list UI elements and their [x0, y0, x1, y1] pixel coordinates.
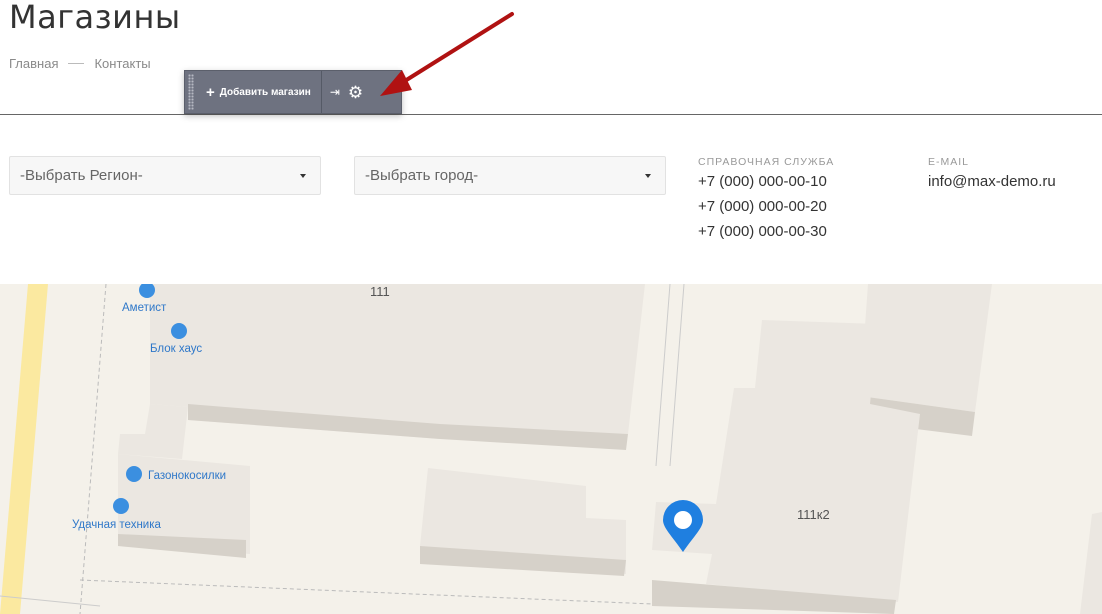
chevron-down-icon [300, 174, 306, 178]
add-store-button[interactable]: + Добавить магазин [194, 71, 322, 113]
email-label: E-MAIL [928, 156, 970, 168]
admin-toolbar: + Добавить магазин ⇥ ⚙ [184, 70, 402, 114]
breadcrumb-separator [68, 63, 85, 64]
page-title: Магазины [9, 0, 181, 36]
plus-icon: + [206, 83, 215, 101]
phone-label: СПРАВОЧНАЯ СЛУЖБА [698, 156, 835, 168]
breadcrumb-home[interactable]: Главная [9, 56, 58, 71]
city-select-value: -Выбрать город- [365, 167, 479, 184]
svg-text:Блок хаус: Блок хаус [150, 343, 202, 355]
road [0, 284, 48, 614]
add-store-label: Добавить магазин [219, 86, 311, 98]
region-select-value: -Выбрать Регион- [20, 167, 143, 184]
header-divider [0, 114, 1102, 115]
phone-3[interactable]: +7 (000) 000-00-30 [698, 223, 827, 240]
building-label: 111к2 [797, 507, 830, 522]
svg-text:Удачная техника: Удачная техника [72, 519, 162, 531]
city-select[interactable]: -Выбрать город- [354, 156, 666, 195]
breadcrumb: Главная Контакты [9, 56, 151, 71]
email-link[interactable]: info@max-demo.ru [928, 173, 1056, 190]
chevron-down-icon [645, 174, 651, 178]
pin-icon[interactable]: ⇥ [330, 85, 340, 99]
breadcrumb-current: Контакты [94, 56, 151, 71]
map[interactable]: 111 111к2 Аметист Блок хаус Газонокосилк… [0, 284, 1102, 614]
svg-text:Газонокосилки: Газонокосилки [148, 470, 226, 482]
building-label: 111 [370, 284, 390, 299]
gear-icon[interactable]: ⚙ [348, 84, 363, 101]
phone-1[interactable]: +7 (000) 000-00-10 [698, 173, 827, 190]
region-select[interactable]: -Выбрать Регион- [9, 156, 321, 195]
svg-text:Аметист: Аметист [122, 302, 167, 314]
phone-2[interactable]: +7 (000) 000-00-20 [698, 198, 827, 215]
